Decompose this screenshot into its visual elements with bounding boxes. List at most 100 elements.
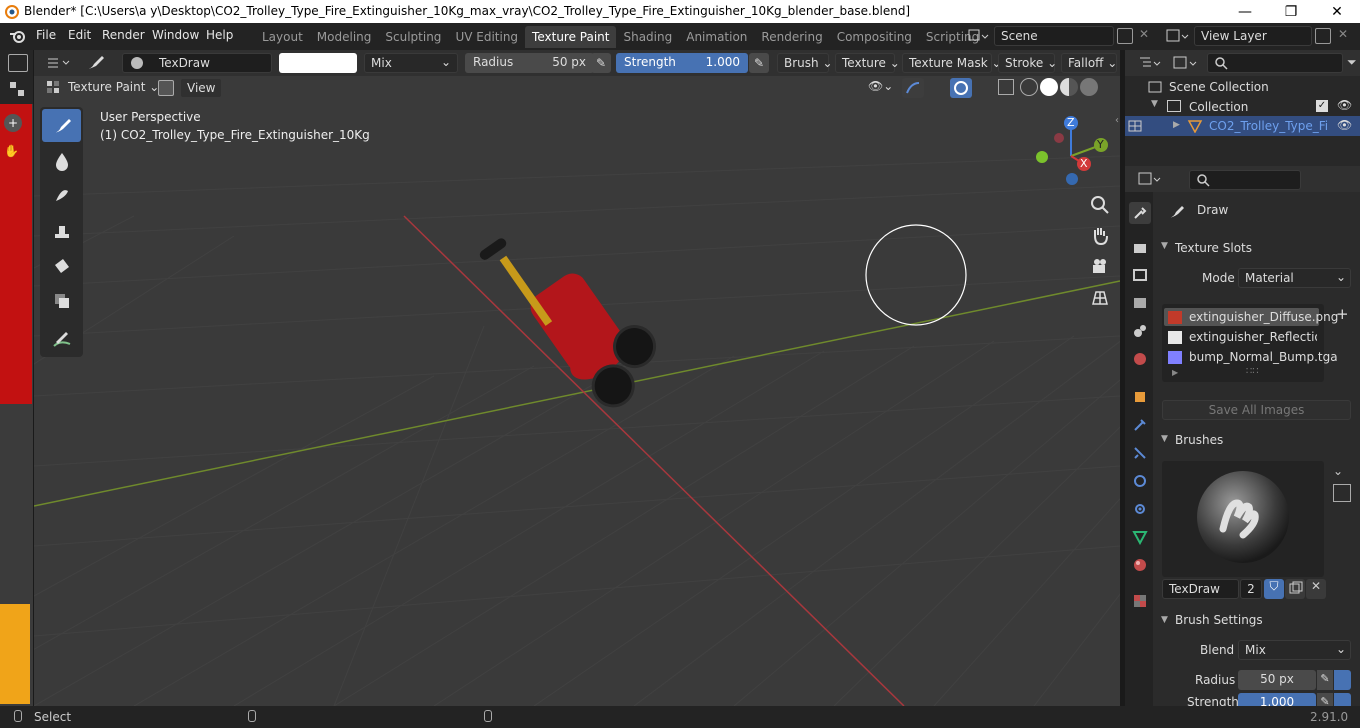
- list-expand-icon[interactable]: ▶: [1172, 368, 1178, 377]
- brush-radius-field[interactable]: 50 px: [1238, 670, 1316, 690]
- solid-shading-icon[interactable]: [1040, 78, 1058, 96]
- brush-name-field[interactable]: TexDraw: [122, 53, 272, 73]
- delete-view-layer-icon[interactable]: ✕: [1338, 27, 1348, 41]
- orthographic-grid-icon[interactable]: [1088, 286, 1112, 310]
- gizmo-toggle-icon[interactable]: [902, 78, 924, 98]
- annotate-tool-button[interactable]: [42, 322, 81, 355]
- modifier-tab-icon[interactable]: [1129, 414, 1151, 436]
- tab-modeling[interactable]: Modeling: [310, 26, 379, 48]
- brushes-title[interactable]: Brushes: [1175, 433, 1223, 447]
- view-layer-field[interactable]: View Layer: [1194, 26, 1312, 46]
- tab-compositing[interactable]: Compositing: [830, 26, 919, 48]
- fill-tool-button[interactable]: [42, 249, 81, 282]
- save-all-images-button[interactable]: Save All Images: [1162, 400, 1351, 420]
- brush-name-input[interactable]: TexDraw: [1162, 579, 1239, 599]
- fake-user-shield-icon[interactable]: ⛉: [1264, 579, 1284, 599]
- material-preview-shading-icon[interactable]: [1060, 78, 1078, 96]
- brush-settings-collapse-icon[interactable]: ▼: [1161, 615, 1168, 625]
- blend-mode-dropdown[interactable]: Mix ⌄: [364, 53, 458, 73]
- tool-tab-icon[interactable]: [1129, 202, 1151, 224]
- zoom-icon[interactable]: [1088, 193, 1112, 217]
- properties-editor-type-icon[interactable]: [1137, 170, 1163, 188]
- particles-tab-icon[interactable]: [1129, 442, 1151, 464]
- texture-menu[interactable]: Texture ⌄: [835, 53, 900, 73]
- texture-slot-0[interactable]: extinguisher_Diffuse.png: [1189, 310, 1338, 324]
- tab-uv-editing[interactable]: UV Editing: [448, 26, 525, 48]
- texture-mask-menu[interactable]: Texture Mask ⌄: [902, 53, 1002, 73]
- world-tab-icon[interactable]: [1129, 348, 1151, 370]
- add-texture-slot-button[interactable]: +: [1336, 305, 1349, 323]
- menu-edit[interactable]: Edit: [68, 28, 91, 42]
- texture-slot-mode-dropdown[interactable]: Material ⌄: [1238, 268, 1351, 288]
- blender-menu-icon[interactable]: [9, 28, 27, 44]
- outliner-editor-type-icon[interactable]: [1137, 54, 1163, 72]
- texture-slots-title[interactable]: Texture Slots: [1175, 241, 1252, 255]
- minimize-button[interactable]: —: [1222, 0, 1268, 23]
- pan-hand-icon[interactable]: [1088, 224, 1112, 248]
- menu-window[interactable]: Window: [152, 28, 199, 42]
- radius-slider[interactable]: Radius 50 px: [465, 53, 594, 73]
- uv-mode-icon[interactable]: [8, 80, 28, 98]
- mask-tool-button[interactable]: [42, 284, 81, 317]
- collection-checkbox[interactable]: ✓: [1316, 100, 1328, 112]
- scene-tab-icon[interactable]: [1129, 320, 1151, 342]
- brush-browse-chevron-icon[interactable]: ⌄: [1333, 464, 1351, 480]
- radius-pressure-icon[interactable]: ✎: [591, 53, 611, 73]
- scene-collection-label[interactable]: Scene Collection: [1169, 80, 1269, 94]
- brush-settings-title[interactable]: Brush Settings: [1175, 613, 1263, 627]
- strength-slider[interactable]: Strength 1.000: [616, 53, 748, 73]
- xray-toggle-icon[interactable]: [998, 79, 1014, 95]
- object-expand-icon[interactable]: ▶: [1173, 120, 1180, 130]
- brush-color-swatch[interactable]: [279, 53, 357, 73]
- falloff-menu[interactable]: Falloff ⌄: [1061, 53, 1117, 73]
- unlink-brush-icon[interactable]: ✕: [1306, 579, 1326, 599]
- radius-pressure-toggle-icon[interactable]: ✎: [1317, 670, 1333, 690]
- menu-render[interactable]: Render: [102, 28, 145, 42]
- radius-unit-toggle-icon[interactable]: [1334, 670, 1351, 690]
- camera-view-icon[interactable]: [1088, 255, 1112, 279]
- wireframe-shading-icon[interactable]: [1020, 78, 1038, 96]
- render-tab-icon[interactable]: [1129, 236, 1151, 258]
- editor-type-icon[interactable]: [44, 53, 74, 73]
- outliner-search-input[interactable]: [1207, 53, 1343, 73]
- view-layer-browse-icon[interactable]: [1164, 26, 1192, 46]
- texture-slot-2[interactable]: bump_Normal_Bump.tga: [1189, 350, 1338, 364]
- properties-search-input[interactable]: [1189, 170, 1301, 190]
- new-view-layer-icon[interactable]: [1315, 28, 1331, 44]
- brush-menu[interactable]: Brush ⌄: [777, 53, 833, 73]
- brush-preview-box[interactable]: [1162, 461, 1324, 577]
- uv-editor-type-icon[interactable]: [8, 54, 28, 72]
- draw-tool-button[interactable]: [42, 109, 81, 142]
- 3d-viewport[interactable]: User Perspective (1) CO2_Trolley_Type_Fi…: [34, 76, 1120, 706]
- brushes-collapse-icon[interactable]: ▼: [1161, 434, 1168, 444]
- tab-rendering[interactable]: Rendering: [754, 26, 829, 48]
- object-data-tab-icon[interactable]: [1129, 526, 1151, 548]
- texture-tab-icon[interactable]: [1129, 590, 1151, 612]
- tab-texture-paint[interactable]: Texture Paint: [525, 26, 617, 48]
- outliner-row-object[interactable]: ▶ CO2_Trolley_Type_Fi 👁: [1125, 116, 1360, 136]
- texture-slots-collapse-icon[interactable]: ▼: [1161, 241, 1168, 251]
- filter-icon[interactable]: ⏷: [1347, 55, 1357, 70]
- physics-tab-icon[interactable]: [1129, 470, 1151, 492]
- strength-pressure-icon[interactable]: ✎: [749, 53, 769, 73]
- uv-pan-icon[interactable]: ✋: [4, 144, 22, 162]
- object-tab-icon[interactable]: [1129, 386, 1151, 408]
- tab-shading[interactable]: Shading: [616, 26, 679, 48]
- brush-blend-dropdown[interactable]: Mix ⌄: [1238, 640, 1351, 660]
- maximize-button[interactable]: ❐: [1268, 0, 1314, 23]
- clone-tool-button[interactable]: [42, 214, 81, 247]
- view-layer-tab-icon[interactable]: [1129, 292, 1151, 314]
- menu-file[interactable]: File: [36, 28, 56, 42]
- collection-label[interactable]: Collection: [1189, 100, 1248, 114]
- menu-help[interactable]: Help: [206, 28, 233, 42]
- uv-zoom-icon[interactable]: +: [4, 114, 22, 132]
- object-visibility-icon[interactable]: 👁: [1337, 118, 1352, 132]
- tab-layout[interactable]: Layout: [255, 26, 310, 48]
- scene-name-field[interactable]: Scene: [994, 26, 1114, 46]
- texture-slot-1[interactable]: extinguisher_Reflection...: [1189, 330, 1317, 344]
- overlay-toggle-icon[interactable]: [950, 78, 972, 98]
- constraints-tab-icon[interactable]: [1129, 498, 1151, 520]
- scene-browse-icon[interactable]: [966, 26, 990, 46]
- close-button[interactable]: ✕: [1314, 0, 1360, 23]
- delete-scene-icon[interactable]: ✕: [1139, 27, 1149, 41]
